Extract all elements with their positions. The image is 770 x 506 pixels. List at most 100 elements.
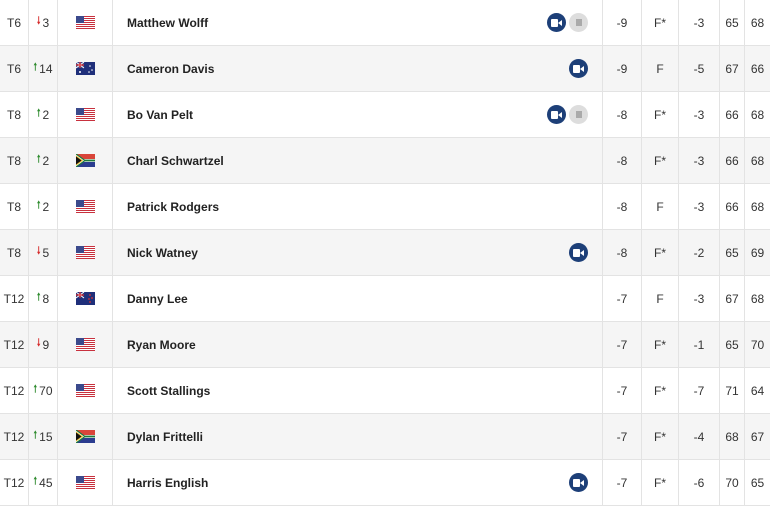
flag-za-icon	[58, 414, 113, 459]
movement-value: 45	[39, 475, 53, 490]
thru: F*	[642, 92, 679, 137]
table-row[interactable]: T12 🠑 15 Dylan Frittelli -7 F* -4 68 67	[0, 414, 770, 460]
position: T8	[0, 230, 29, 275]
video-icon[interactable]	[569, 473, 588, 492]
movement-value: 9	[42, 337, 50, 352]
position: T6	[0, 46, 29, 91]
today-score: -3	[679, 276, 720, 321]
today-score: -6	[679, 460, 720, 505]
round-1: 67	[720, 46, 745, 91]
player-name[interactable]: Charl Schwartzel	[127, 154, 224, 168]
arrow-down-icon: 🠓	[36, 16, 41, 27]
table-row[interactable]: T12 🠑 8 Danny Lee -7 F -3 67 68	[0, 276, 770, 322]
movement: 🠓 5	[29, 230, 58, 275]
player-name[interactable]: Nick Watney	[127, 246, 198, 260]
movement-value: 2	[42, 199, 50, 214]
arrow-up-icon: 🠑	[36, 154, 41, 165]
table-row[interactable]: T8 🠓 5 Nick Watney -8 F* -2 65 69	[0, 230, 770, 276]
round-1: 66	[720, 92, 745, 137]
thru: F*	[642, 230, 679, 275]
thru: F	[642, 46, 679, 91]
round-2: 68	[750, 291, 765, 306]
today-score: -3	[679, 138, 720, 183]
round-1: 66	[720, 138, 745, 183]
round-1: 68	[720, 414, 745, 459]
total-score: -7	[603, 322, 642, 367]
arrow-up-icon: 🠑	[33, 476, 38, 487]
thru: F*	[642, 460, 679, 505]
player-name[interactable]: Bo Van Pelt	[127, 108, 193, 122]
total-score: -7	[603, 460, 642, 505]
total-score: -8	[603, 92, 642, 137]
round-2: 69	[750, 245, 765, 260]
position: T12	[0, 276, 29, 321]
table-row[interactable]: T6 🠑 14 Cameron Davis -9 F -5 67 66	[0, 46, 770, 92]
thru: F*	[642, 138, 679, 183]
table-row[interactable]: T8 🠑 2 Patrick Rodgers -8 F -3 66 68	[0, 184, 770, 230]
movement: 🠑 45	[29, 460, 58, 505]
arrow-up-icon: 🠑	[36, 292, 41, 303]
arrow-up-icon: 🠑	[36, 108, 41, 119]
thru: F	[642, 184, 679, 229]
player-name[interactable]: Patrick Rodgers	[127, 200, 219, 214]
table-row[interactable]: T6 🠓 3 Matthew Wolff -9 F* -3 65 68	[0, 0, 770, 46]
player-name[interactable]: Dylan Frittelli	[127, 430, 203, 444]
flag-us-icon	[58, 92, 113, 137]
round-2: 68	[750, 199, 765, 214]
table-row[interactable]: T12 🠓 9 Ryan Moore -7 F* -1 65 70	[0, 322, 770, 368]
leaderboard: T6 🠓 3 Matthew Wolff -9 F* -3 65 68 T6 🠑 14 Cameron …	[0, 0, 770, 506]
movement-value: 2	[42, 153, 50, 168]
total-score: -8	[603, 138, 642, 183]
table-row[interactable]: T8 🠑 2 Bo Van Pelt -8 F* -3 66 68	[0, 92, 770, 138]
video-icon[interactable]	[547, 13, 566, 32]
movement: 🠑 14	[29, 46, 58, 91]
player-name[interactable]: Ryan Moore	[127, 338, 196, 352]
total-score: -8	[603, 230, 642, 275]
flag-us-icon	[58, 322, 113, 367]
today-score: -2	[679, 230, 720, 275]
player-name[interactable]: Scott Stallings	[127, 384, 210, 398]
thru: F*	[642, 0, 679, 45]
table-row[interactable]: T8 🠑 2 Charl Schwartzel -8 F* -3 66 68	[0, 138, 770, 184]
round-2: 68	[750, 107, 765, 122]
round-1: 65	[720, 230, 745, 275]
video-icon[interactable]	[569, 59, 588, 78]
arrow-up-icon: 🠑	[33, 384, 38, 395]
today-score: -3	[679, 184, 720, 229]
round-2: 67	[750, 429, 765, 444]
movement: 🠑 70	[29, 368, 58, 413]
player-name[interactable]: Cameron Davis	[127, 62, 214, 76]
thru: F*	[642, 322, 679, 367]
total-score: -7	[603, 276, 642, 321]
table-row[interactable]: T12 🠑 45 Harris English -7 F* -6 70 65	[0, 460, 770, 506]
position: T12	[0, 460, 29, 505]
thru: F*	[642, 368, 679, 413]
round-1: 65	[720, 0, 745, 45]
movement-value: 5	[42, 245, 50, 260]
movement-value: 2	[42, 107, 50, 122]
player-name[interactable]: Harris English	[127, 476, 208, 490]
round-2: 65	[750, 475, 765, 490]
round-2: 66	[750, 61, 765, 76]
today-score: -5	[679, 46, 720, 91]
position: T12	[0, 368, 29, 413]
player-name[interactable]: Danny Lee	[127, 292, 188, 306]
movement: 🠑 2	[29, 184, 58, 229]
video-icon[interactable]	[547, 105, 566, 124]
video-icon[interactable]	[569, 243, 588, 262]
movement: 🠑 15	[29, 414, 58, 459]
flag-za-icon	[58, 138, 113, 183]
scorecard-icon[interactable]	[569, 13, 588, 32]
player-name[interactable]: Matthew Wolff	[127, 16, 208, 30]
round-1: 65	[720, 322, 745, 367]
flag-us-icon	[58, 230, 113, 275]
arrow-down-icon: 🠓	[36, 338, 41, 349]
table-row[interactable]: T12 🠑 70 Scott Stallings -7 F* -7 71 64	[0, 368, 770, 414]
movement-value: 14	[39, 61, 53, 76]
scorecard-icon[interactable]	[569, 105, 588, 124]
flag-us-icon	[58, 0, 113, 45]
round-1: 66	[720, 184, 745, 229]
today-score: -3	[679, 92, 720, 137]
movement: 🠑 2	[29, 138, 58, 183]
total-score: -8	[603, 184, 642, 229]
